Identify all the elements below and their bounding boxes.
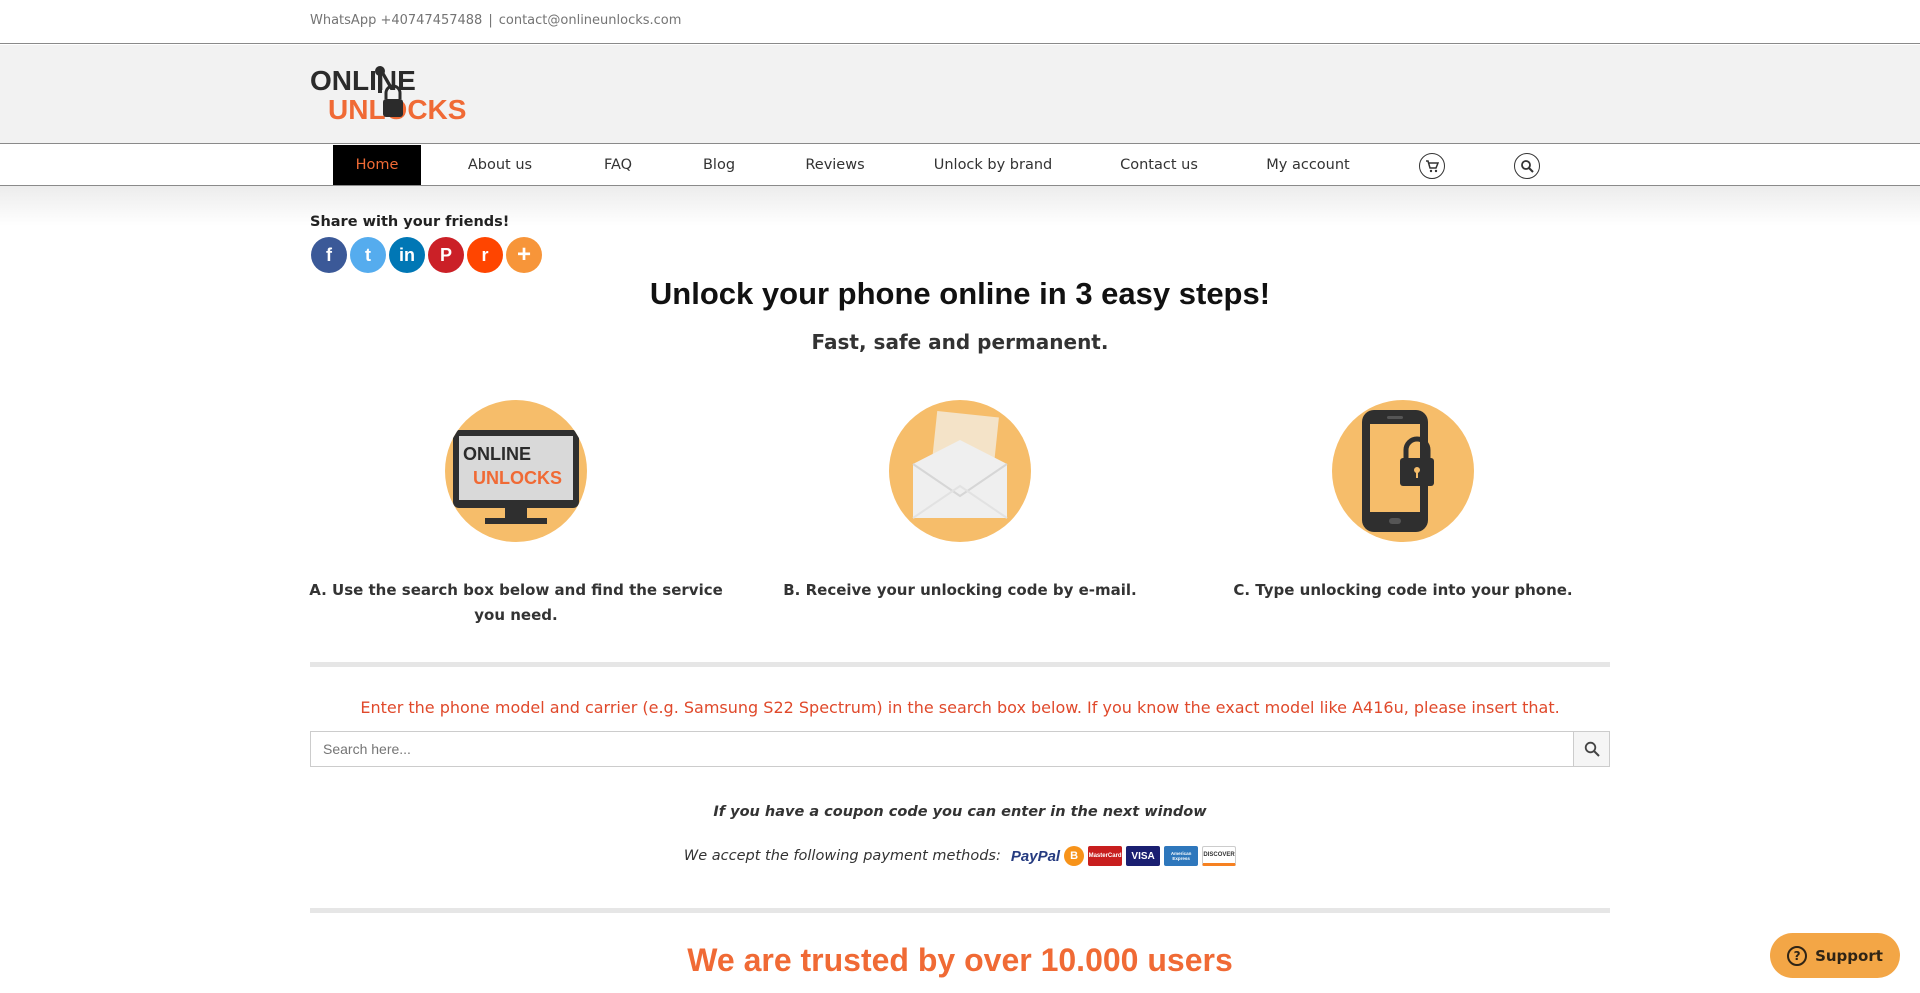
- nav-about-us[interactable]: About us: [460, 145, 540, 185]
- step-a: ONLINE UNLOCKS A. Use the search box bel…: [306, 400, 726, 628]
- step-b: B. Receive your unlocking code by e-mail…: [750, 400, 1170, 603]
- site-logo[interactable]: ONLINE UNLOCKS: [310, 63, 472, 125]
- more-icon[interactable]: +: [506, 237, 542, 273]
- search-icon[interactable]: [1514, 153, 1540, 179]
- email-link[interactable]: contact@onlineunlocks.com: [499, 13, 682, 28]
- divider-top: [310, 662, 1610, 667]
- divider-bottom: [310, 908, 1610, 913]
- payment-label: We accept the following payment methods:: [683, 848, 1001, 864]
- nav-blog[interactable]: Blog: [694, 145, 744, 185]
- step-c-text: C. Type unlocking code into your phone.: [1233, 581, 1573, 599]
- nav-home[interactable]: Home: [333, 145, 421, 185]
- facebook-icon[interactable]: f: [311, 237, 347, 273]
- search-icon: [1584, 741, 1600, 757]
- visa-logo: VISA: [1126, 846, 1161, 866]
- help-icon: ?: [1787, 945, 1808, 966]
- coupon-note: If you have a coupon code you can enter …: [713, 804, 1207, 820]
- computer-icon: ONLINE UNLOCKS: [445, 400, 587, 542]
- search-input[interactable]: [311, 732, 1574, 766]
- header: ONLINE UNLOCKS: [0, 45, 1920, 144]
- nav-faq[interactable]: FAQ: [593, 145, 643, 185]
- cart-icon[interactable]: [1419, 153, 1445, 179]
- nav-my-account[interactable]: My account: [1260, 145, 1356, 185]
- mastercard-logo: MasterCard: [1088, 846, 1123, 866]
- paypal-logo: PayPal: [1010, 847, 1061, 865]
- support-label: Support: [1815, 946, 1883, 965]
- search-box: [310, 731, 1610, 767]
- twitter-icon[interactable]: t: [350, 237, 386, 273]
- payment-logos: PayPal B MasterCard VISA American Expres…: [1010, 846, 1237, 866]
- bitcoin-icon: B: [1064, 846, 1085, 866]
- separator: |: [488, 13, 493, 28]
- linkedin-icon[interactable]: in: [389, 237, 425, 273]
- search-hint: Enter the phone model and carrier (e.g. …: [360, 698, 1560, 717]
- nav-unlock-by-brand[interactable]: Unlock by brand: [925, 145, 1061, 185]
- hero-title: Unlock your phone online in 3 easy steps…: [649, 276, 1271, 311]
- nav-reviews[interactable]: Reviews: [795, 145, 875, 185]
- phone-lock-icon: [1332, 400, 1474, 542]
- amex-logo: American Express: [1164, 846, 1199, 866]
- nav-contact-us[interactable]: Contact us: [1114, 145, 1204, 185]
- contact-info: WhatsApp +40747457488 | contact@onlineunlo…: [310, 13, 681, 28]
- step-b-text: B. Receive your unlocking code by e-mail…: [783, 581, 1137, 599]
- discover-logo: DISCOVER: [1202, 846, 1237, 866]
- reddit-icon[interactable]: r: [467, 237, 503, 273]
- trusted-heading: We are trusted by over 10.000 users: [687, 942, 1233, 978]
- svg-text:UNLOCKS: UNLOCKS: [473, 468, 562, 488]
- nav-shadow: [0, 186, 1920, 226]
- payment-methods: We accept the following payment methods:…: [0, 846, 1920, 866]
- share-title: Share with your friends!: [310, 214, 510, 230]
- top-bar: WhatsApp +40747457488 | contact@onlineunlo…: [0, 0, 1920, 44]
- search-button[interactable]: [1573, 732, 1609, 766]
- pinterest-icon[interactable]: P: [428, 237, 464, 273]
- envelope-icon: [889, 400, 1031, 542]
- whatsapp-link[interactable]: WhatsApp +40747457488: [310, 13, 482, 28]
- step-c: C. Type unlocking code into your phone.: [1193, 400, 1613, 603]
- step-a-text: A. Use the search box below and find the…: [309, 581, 723, 624]
- svg-text:ONLINE: ONLINE: [463, 444, 531, 464]
- share-icons: f t in P r +: [311, 237, 542, 273]
- main-nav: Home About us FAQ Blog Reviews Unlock by…: [0, 145, 1920, 186]
- hero-subtitle: Fast, safe and permanent.: [811, 330, 1109, 354]
- support-button[interactable]: ? Support: [1770, 933, 1900, 978]
